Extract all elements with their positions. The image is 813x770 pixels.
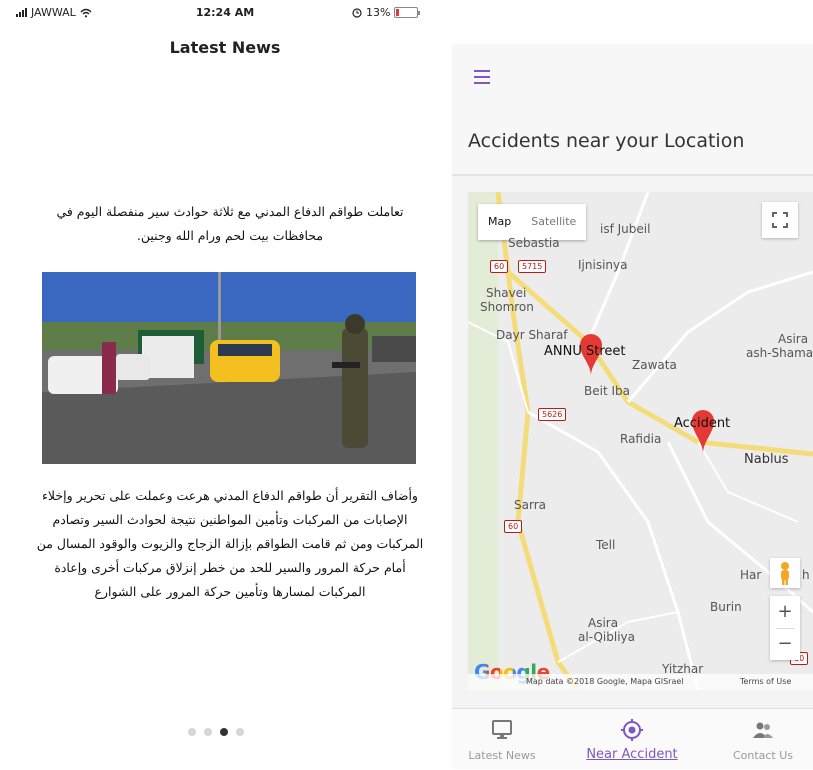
map-label: Shavei (486, 286, 527, 300)
map-marker-icon[interactable] (690, 408, 716, 454)
zoom-in-button[interactable]: + (770, 596, 800, 628)
page-dot[interactable] (220, 728, 228, 736)
page-dot[interactable] (236, 728, 244, 736)
road-shield: 5715 (518, 260, 547, 273)
news-photo (42, 272, 416, 464)
map-label: Har (740, 568, 762, 582)
page-dot[interactable] (204, 728, 212, 736)
nav-label-contact-us: Contact Us (732, 749, 794, 762)
map-label: Rafidia (620, 432, 662, 446)
map-label: ash-Shama (746, 346, 813, 360)
news-intro-text: تعاملت طواقم الدفاع المدني مع ثلاثة حواد… (56, 204, 404, 243)
map-label: Sarra (514, 498, 546, 512)
app-bar: Accidents near your Location (452, 44, 813, 176)
marker-label-annu-street: ANNU Street (544, 344, 626, 359)
target-icon (621, 719, 643, 741)
map-label: Ijnisinya (578, 258, 628, 272)
nav-label-near-accident: Near Accident (586, 747, 678, 762)
battery-level-fill (396, 9, 400, 16)
news-body-text: وأضاف التقرير أن طواقم الدفاع المدني هرع… (36, 488, 424, 599)
page-dot[interactable] (188, 728, 196, 736)
zoom-control[interactable]: + − (770, 596, 800, 660)
pegman-icon (781, 562, 789, 585)
map-label: Asira (778, 332, 809, 346)
near-accident-screen: Accidents near your Location Map Satelli… (452, 44, 813, 769)
map-label: al-Qibliya (578, 630, 635, 644)
terms-link[interactable]: Terms of Use (740, 677, 791, 686)
map-label: Sebastia (508, 236, 560, 250)
status-battery: 13% (352, 6, 421, 19)
status-bar: JAWWAL 12:24 AM 13% (0, 0, 450, 26)
map-label: Nablus (744, 452, 789, 467)
fullscreen-icon (772, 212, 788, 228)
alarm-icon (352, 7, 362, 18)
map-type-map[interactable]: Map (478, 204, 521, 240)
map-label: Shomron (480, 300, 534, 314)
road-shield: 60 (504, 520, 523, 533)
map-label: isf Jubeil (600, 222, 651, 236)
fullscreen-button[interactable] (762, 202, 798, 238)
map-label: h (802, 568, 810, 582)
battery-percent: 13% (366, 6, 391, 19)
nav-latest-news[interactable]: Latest News (452, 709, 552, 770)
road-shield: 5626 (538, 408, 567, 421)
map-view[interactable]: Map Satellite isf Jubeil Sebastia Ijnisi… (468, 192, 813, 690)
map-label: Asira (588, 616, 619, 630)
zoom-out-button[interactable]: − (770, 628, 800, 660)
marker-label-accident: Accident (674, 416, 731, 431)
map-label: Burin (710, 600, 742, 614)
app-title: Accidents near your Location (468, 130, 745, 152)
map-label: Zawata (632, 358, 677, 372)
map-label: Tell (596, 538, 616, 552)
nav-contact-us[interactable]: Contact Us (713, 709, 813, 770)
map-type-control[interactable]: Map Satellite (478, 204, 587, 240)
map-attribution: Map data ©2018 Google, Mapa GISrael (526, 677, 684, 686)
map-footer: Map data ©2018 Google, Mapa GISrael Term… (468, 674, 813, 690)
map-label: Beit Iba (584, 384, 630, 398)
road-shield: 60 (490, 260, 509, 273)
monitor-icon (492, 720, 512, 739)
pagination-dots[interactable] (188, 728, 244, 736)
map-type-satellite[interactable]: Satellite (521, 204, 586, 240)
latest-news-screen: JAWWAL 12:24 AM 13% Latest News تعاملت ط… (0, 0, 450, 769)
nav-near-accident[interactable]: Near Accident (582, 709, 682, 770)
page-title: Latest News (169, 38, 281, 57)
street-view-pegman[interactable] (770, 558, 800, 588)
menu-icon[interactable] (474, 70, 490, 84)
battery-icon (394, 7, 421, 18)
bottom-navigation: Latest News Near Accident Contact Us (452, 708, 813, 769)
nav-label-latest-news: Latest News (468, 749, 536, 762)
people-icon (753, 722, 773, 738)
map-label: Dayr Sharaf (496, 328, 568, 342)
